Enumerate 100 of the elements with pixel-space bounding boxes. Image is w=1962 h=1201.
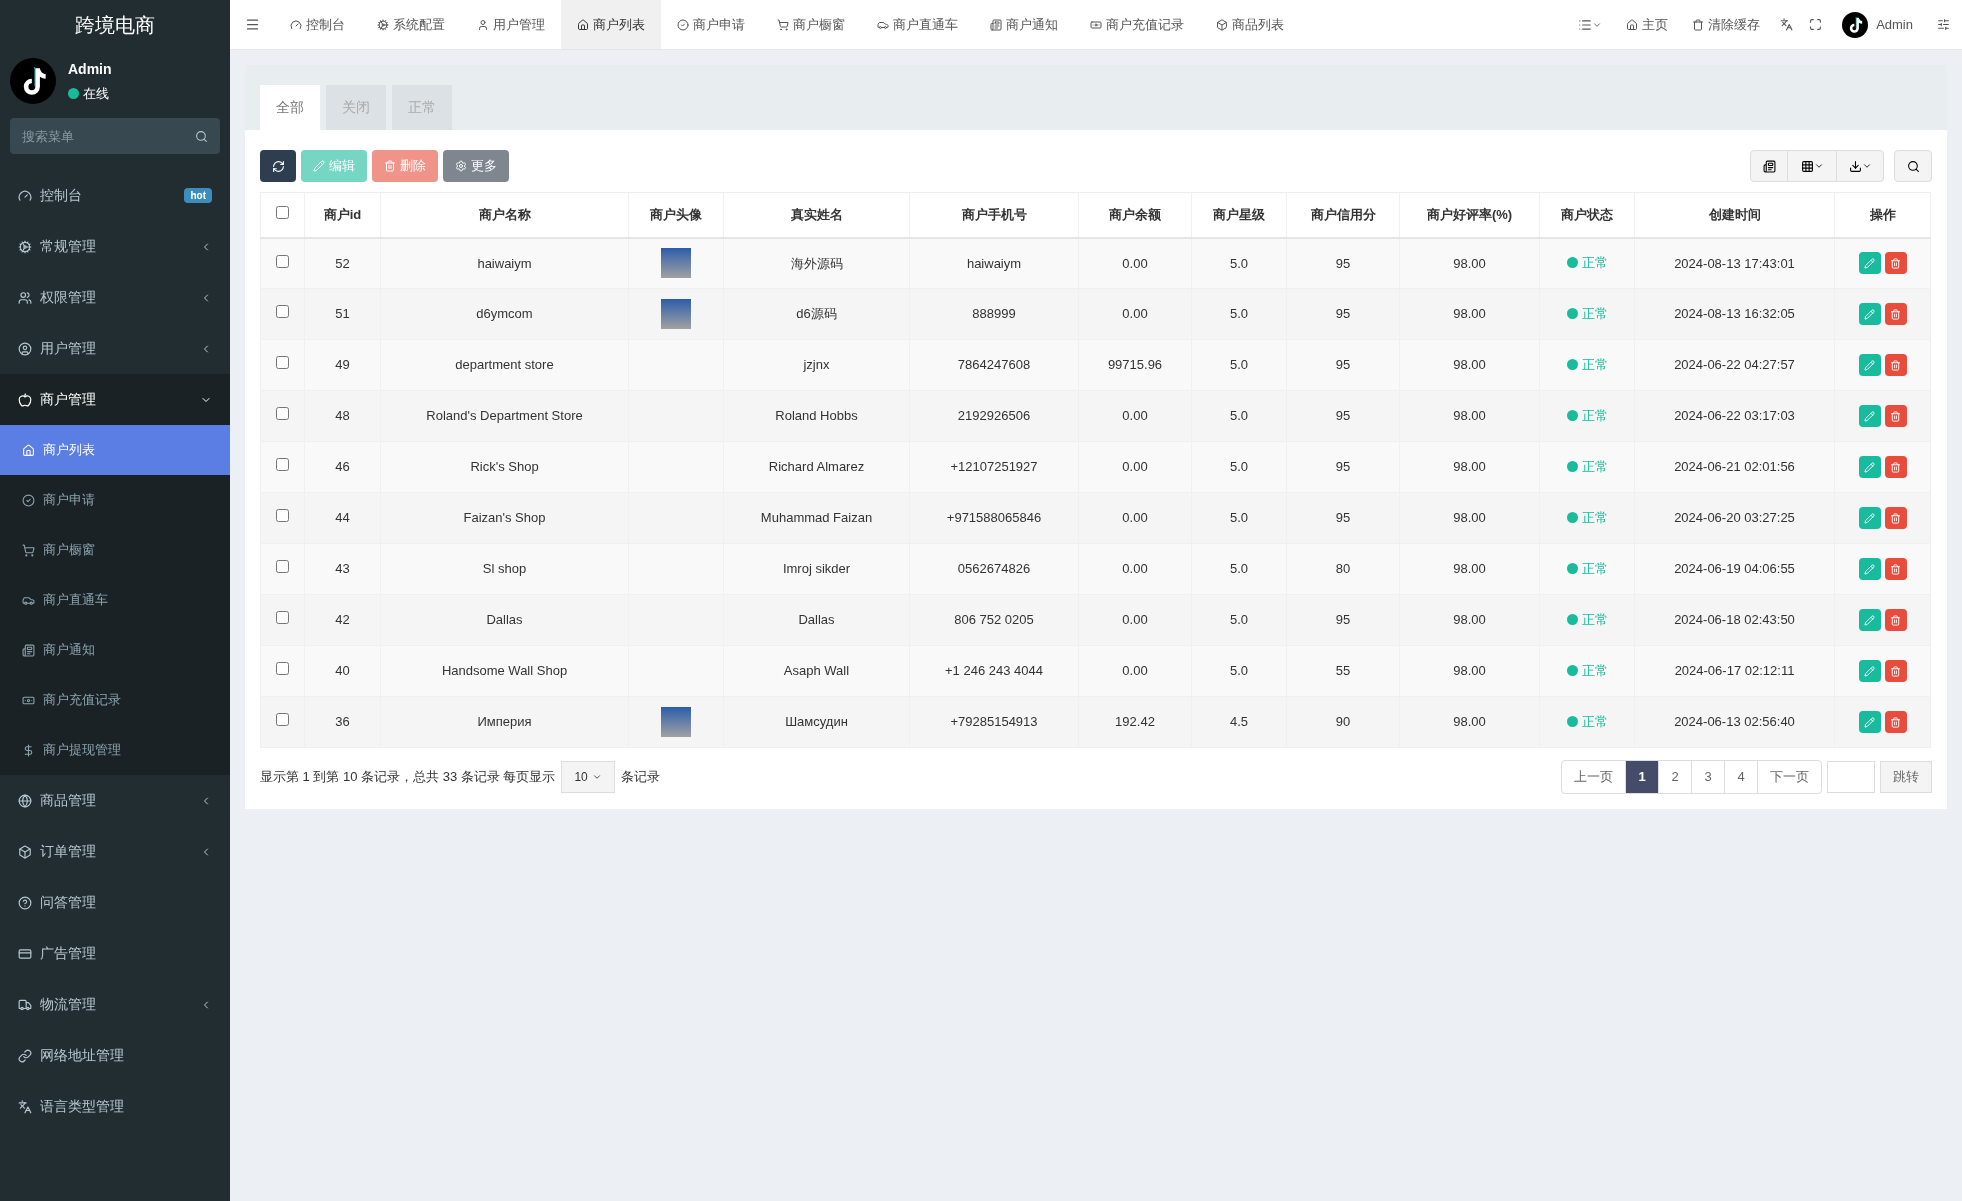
- nav-tab[interactable]: 商户橱窗: [761, 0, 861, 49]
- table-cell: 46: [335, 459, 350, 475]
- user-name: Admin: [68, 59, 112, 79]
- row-checkbox[interactable]: [276, 407, 289, 421]
- nav-tab[interactable]: 控制台: [274, 0, 361, 49]
- nav-tab[interactable]: 商户申请: [661, 0, 761, 49]
- sidebar-item[interactable]: 常规管理: [0, 221, 230, 272]
- row-checkbox[interactable]: [276, 458, 289, 472]
- delete-button[interactable]: [1884, 609, 1907, 631]
- submenu-item[interactable]: 商户直通车: [0, 575, 230, 625]
- edit-button[interactable]: [1858, 558, 1881, 580]
- jump-button[interactable]: 跳转: [1880, 761, 1932, 793]
- nav-tab[interactable]: 系统配置: [361, 0, 461, 49]
- nav-tab[interactable]: 商户列表: [561, 0, 661, 49]
- tab-icon: [477, 18, 489, 31]
- page-button[interactable]: 1: [1625, 761, 1658, 793]
- search-button[interactable]: [1894, 150, 1932, 182]
- prev-page-button[interactable]: 上一页: [1562, 761, 1625, 793]
- sidebar-item[interactable]: 订单管理: [0, 826, 230, 877]
- jump-page-field[interactable]: [1827, 761, 1875, 793]
- sidebar-item[interactable]: 控制台 hot: [0, 170, 230, 221]
- row-checkbox[interactable]: [276, 611, 289, 625]
- submenu-item[interactable]: 商户提现管理: [0, 725, 230, 775]
- view-toggle-button[interactable]: [1750, 150, 1788, 182]
- nav-tab[interactable]: 商户充值记录: [1074, 0, 1200, 49]
- table-cell: 98.00: [1453, 306, 1486, 322]
- sidebar-item[interactable]: 语言类型管理: [0, 1081, 230, 1132]
- row-checkbox[interactable]: [276, 254, 289, 268]
- table-cell: 海外源码: [790, 255, 843, 271]
- nav-tab[interactable]: 商户通知: [974, 0, 1074, 49]
- export-dropdown[interactable]: [1836, 150, 1884, 182]
- edit-button[interactable]: [1858, 354, 1881, 376]
- sidebar-item[interactable]: 用户管理: [0, 323, 230, 374]
- sidebar-item[interactable]: 商户管理: [0, 374, 230, 425]
- table-cell: 2024-06-17 02:12:11: [1674, 663, 1795, 679]
- row-checkbox[interactable]: [276, 356, 289, 370]
- page-size-dropdown[interactable]: 10: [561, 761, 615, 793]
- edit-button[interactable]: [1858, 456, 1881, 478]
- nav-tab[interactable]: 商户直通车: [861, 0, 974, 49]
- sidebar-item[interactable]: 商品管理: [0, 775, 230, 826]
- columns-dropdown[interactable]: [1788, 150, 1836, 182]
- sidebar-item[interactable]: 网络地址管理: [0, 1030, 230, 1081]
- delete-button[interactable]: [1884, 711, 1907, 733]
- edit-button[interactable]: [1858, 252, 1881, 275]
- admin-menu[interactable]: Admin: [1830, 11, 1925, 38]
- filter-tab[interactable]: 全部: [260, 85, 320, 130]
- row-checkbox[interactable]: [276, 560, 289, 574]
- submenu-item[interactable]: 商户通知: [0, 625, 230, 675]
- submenu-item[interactable]: 商户充值记录: [0, 675, 230, 725]
- sidebar-item[interactable]: 广告管理: [0, 928, 230, 979]
- table-cell: 95: [1335, 255, 1351, 271]
- nav-tab[interactable]: 用户管理: [461, 0, 561, 49]
- row-checkbox[interactable]: [276, 713, 289, 727]
- home-link[interactable]: 主页: [1614, 14, 1681, 35]
- submenu-item[interactable]: 商户申请: [0, 475, 230, 525]
- delete-button[interactable]: [1884, 405, 1907, 427]
- delete-button[interactable]: [1884, 456, 1907, 478]
- table-cell: 40: [335, 663, 350, 679]
- edit-button[interactable]: [1858, 609, 1881, 631]
- nav-tab[interactable]: 商品列表: [1200, 0, 1300, 49]
- tab-icon: [990, 18, 1002, 31]
- select-all-checkbox[interactable]: [276, 206, 289, 219]
- table-cell: jzjnx: [803, 357, 830, 373]
- edit-button[interactable]: [1858, 405, 1881, 427]
- delete-button[interactable]: [1884, 660, 1907, 682]
- sidebar-item[interactable]: 物流管理: [0, 979, 230, 1030]
- delete-button[interactable]: [1884, 507, 1907, 529]
- status-label: 正常: [1581, 457, 1608, 476]
- table-cell: 80: [1335, 561, 1351, 577]
- table-cell: 0.00: [1122, 408, 1148, 424]
- sidebar-item[interactable]: 问答管理: [0, 877, 230, 928]
- edit-button[interactable]: [1858, 303, 1881, 325]
- sidebar-item[interactable]: 权限管理: [0, 272, 230, 323]
- page-button[interactable]: 2: [1658, 761, 1691, 793]
- edit-button[interactable]: [1858, 660, 1881, 682]
- submenu-item[interactable]: 商户列表: [0, 425, 230, 475]
- table-cell: 2024-06-18 02:43:50: [1674, 612, 1795, 628]
- submenu-icon: [22, 493, 35, 507]
- page-button[interactable]: 4: [1724, 761, 1757, 793]
- delete-button[interactable]: [1884, 558, 1907, 580]
- pencil-icon: [1864, 665, 1875, 677]
- table-cell: 98.00: [1453, 663, 1486, 679]
- table-cell: department store: [455, 357, 554, 373]
- next-page-button[interactable]: 下一页: [1757, 761, 1821, 793]
- row-checkbox[interactable]: [276, 305, 289, 319]
- refresh-button[interactable]: [260, 150, 296, 182]
- delete-button[interactable]: [1884, 303, 1907, 325]
- delete-button[interactable]: [1884, 252, 1907, 275]
- edit-button[interactable]: [1858, 507, 1881, 529]
- table-cell: 49: [335, 357, 350, 373]
- delete-button[interactable]: [1884, 354, 1907, 376]
- edit-button[interactable]: [1858, 711, 1881, 733]
- row-checkbox[interactable]: [276, 662, 289, 676]
- page-button[interactable]: 3: [1691, 761, 1724, 793]
- status-label: 正常: [1581, 253, 1608, 272]
- submenu-item[interactable]: 商户橱窗: [0, 525, 230, 575]
- menu-search-field[interactable]: 搜索菜单: [10, 118, 220, 154]
- row-checkbox[interactable]: [276, 509, 289, 523]
- clear-cache-button[interactable]: 清除缓存: [1680, 14, 1773, 35]
- table-cell: 90: [1335, 714, 1351, 730]
